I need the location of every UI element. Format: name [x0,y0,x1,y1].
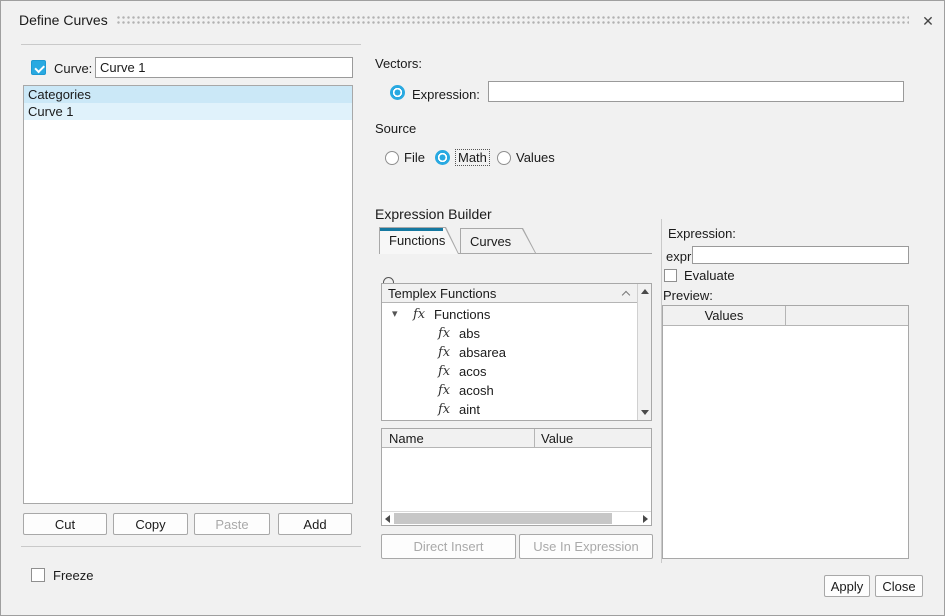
tree-item-label: abs [459,324,480,343]
fx-icon: fx [438,324,450,343]
tree-item-label: aint [459,400,480,419]
apply-button[interactable]: Apply [824,575,870,597]
curve-checkbox[interactable] [31,60,46,75]
add-button[interactable]: Add [278,513,352,535]
drag-handle-dots[interactable] [117,16,909,25]
tree-header[interactable]: Templex Functions [382,284,637,303]
scroll-right-icon[interactable] [643,515,648,523]
fx-icon: fx [438,381,450,400]
nv-col-value: Value [541,429,573,448]
expression-builder-heading: Expression Builder [375,206,492,222]
values-column-header: Values [663,306,785,326]
file-radio-label: File [404,150,425,165]
cut-button[interactable]: Cut [23,513,107,535]
tree-scrollbar[interactable] [637,284,651,420]
fx-icon: fx [438,362,450,381]
curve-name-input[interactable] [95,57,353,78]
tree-item-acosh[interactable]: fx acosh [382,381,637,400]
fx-icon: fx [438,343,450,362]
scroll-thumb[interactable] [394,513,612,524]
math-radio[interactable] [435,150,450,165]
preview-label: Preview: [663,288,713,303]
vectors-label: Vectors: [375,56,422,71]
preview-table-header: Values [663,306,908,326]
define-curves-dialog: Define Curves ✕ Curve: Categories Curve … [0,0,945,616]
tree-item-abs[interactable]: fx abs [382,324,637,343]
fx-icon: fx [438,400,450,419]
values-radio-label: Values [516,150,555,165]
nv-horizontal-scrollbar[interactable] [382,511,651,525]
tree-header-label: Templex Functions [388,286,496,301]
column-divider [534,429,535,448]
nv-col-name: Name [389,429,424,448]
paste-button[interactable]: Paste [194,513,270,535]
tree-item-absarea[interactable]: fx absarea [382,343,637,362]
expression-panel-heading: Expression: [668,226,736,241]
evaluate-checkbox[interactable] [664,269,677,282]
collapse-icon[interactable] [622,291,630,299]
expression-radio-label: Expression: [412,87,480,102]
evaluate-label: Evaluate [684,268,735,283]
tree-item-label: absarea [459,343,506,362]
source-label: Source [375,121,416,136]
list-item-curve1[interactable]: Curve 1 [24,103,352,120]
dialog-title: Define Curves [19,12,108,28]
tree-item-label: acosh [459,381,494,400]
tab-curves[interactable]: Curves [460,228,536,253]
close-icon[interactable]: ✕ [916,9,940,33]
scroll-down-icon[interactable] [641,410,649,415]
expression-radio[interactable] [390,85,405,100]
function-tree[interactable]: Templex Functions ▾ fx Functions fx abs … [381,283,652,421]
tab-curves-label: Curves [470,234,511,249]
fx-icon: fx [413,305,425,324]
column-divider [785,306,786,326]
tree-item-acos[interactable]: fx acos [382,362,637,381]
tree-item-functions[interactable]: ▾ fx Functions [382,305,637,324]
tab-functions[interactable]: Functions [379,227,459,254]
left-bottom-divider [21,546,361,547]
expr-label: expr: [666,249,695,264]
preview-table[interactable]: Values [662,305,909,559]
scroll-up-icon[interactable] [641,289,649,294]
file-radio[interactable] [385,151,399,165]
expr-input[interactable] [692,246,909,264]
nv-table-header: Name Value [382,429,651,448]
freeze-checkbox[interactable] [31,568,45,582]
direct-insert-button[interactable]: Direct Insert [381,534,516,559]
tree-item-aint[interactable]: fx aint [382,400,637,419]
scroll-left-icon[interactable] [385,515,390,523]
left-top-divider [21,44,361,45]
tree-item-label: Functions [434,305,490,324]
use-in-expression-button[interactable]: Use In Expression [519,534,653,559]
close-button[interactable]: Close [875,575,923,597]
list-item-categories[interactable]: Categories [24,86,352,103]
copy-button[interactable]: Copy [113,513,188,535]
expression-input[interactable] [488,81,904,102]
tab-functions-label: Functions [389,233,445,248]
curve-list[interactable]: Categories Curve 1 [23,85,353,504]
values-radio[interactable] [497,151,511,165]
expander-icon[interactable]: ▾ [392,305,398,324]
curve-checkbox-label: Curve: [54,61,92,76]
name-value-table[interactable]: Name Value [381,428,652,526]
math-radio-label: Math [456,150,489,165]
freeze-label: Freeze [53,568,93,583]
tree-item-label: acos [459,362,486,381]
